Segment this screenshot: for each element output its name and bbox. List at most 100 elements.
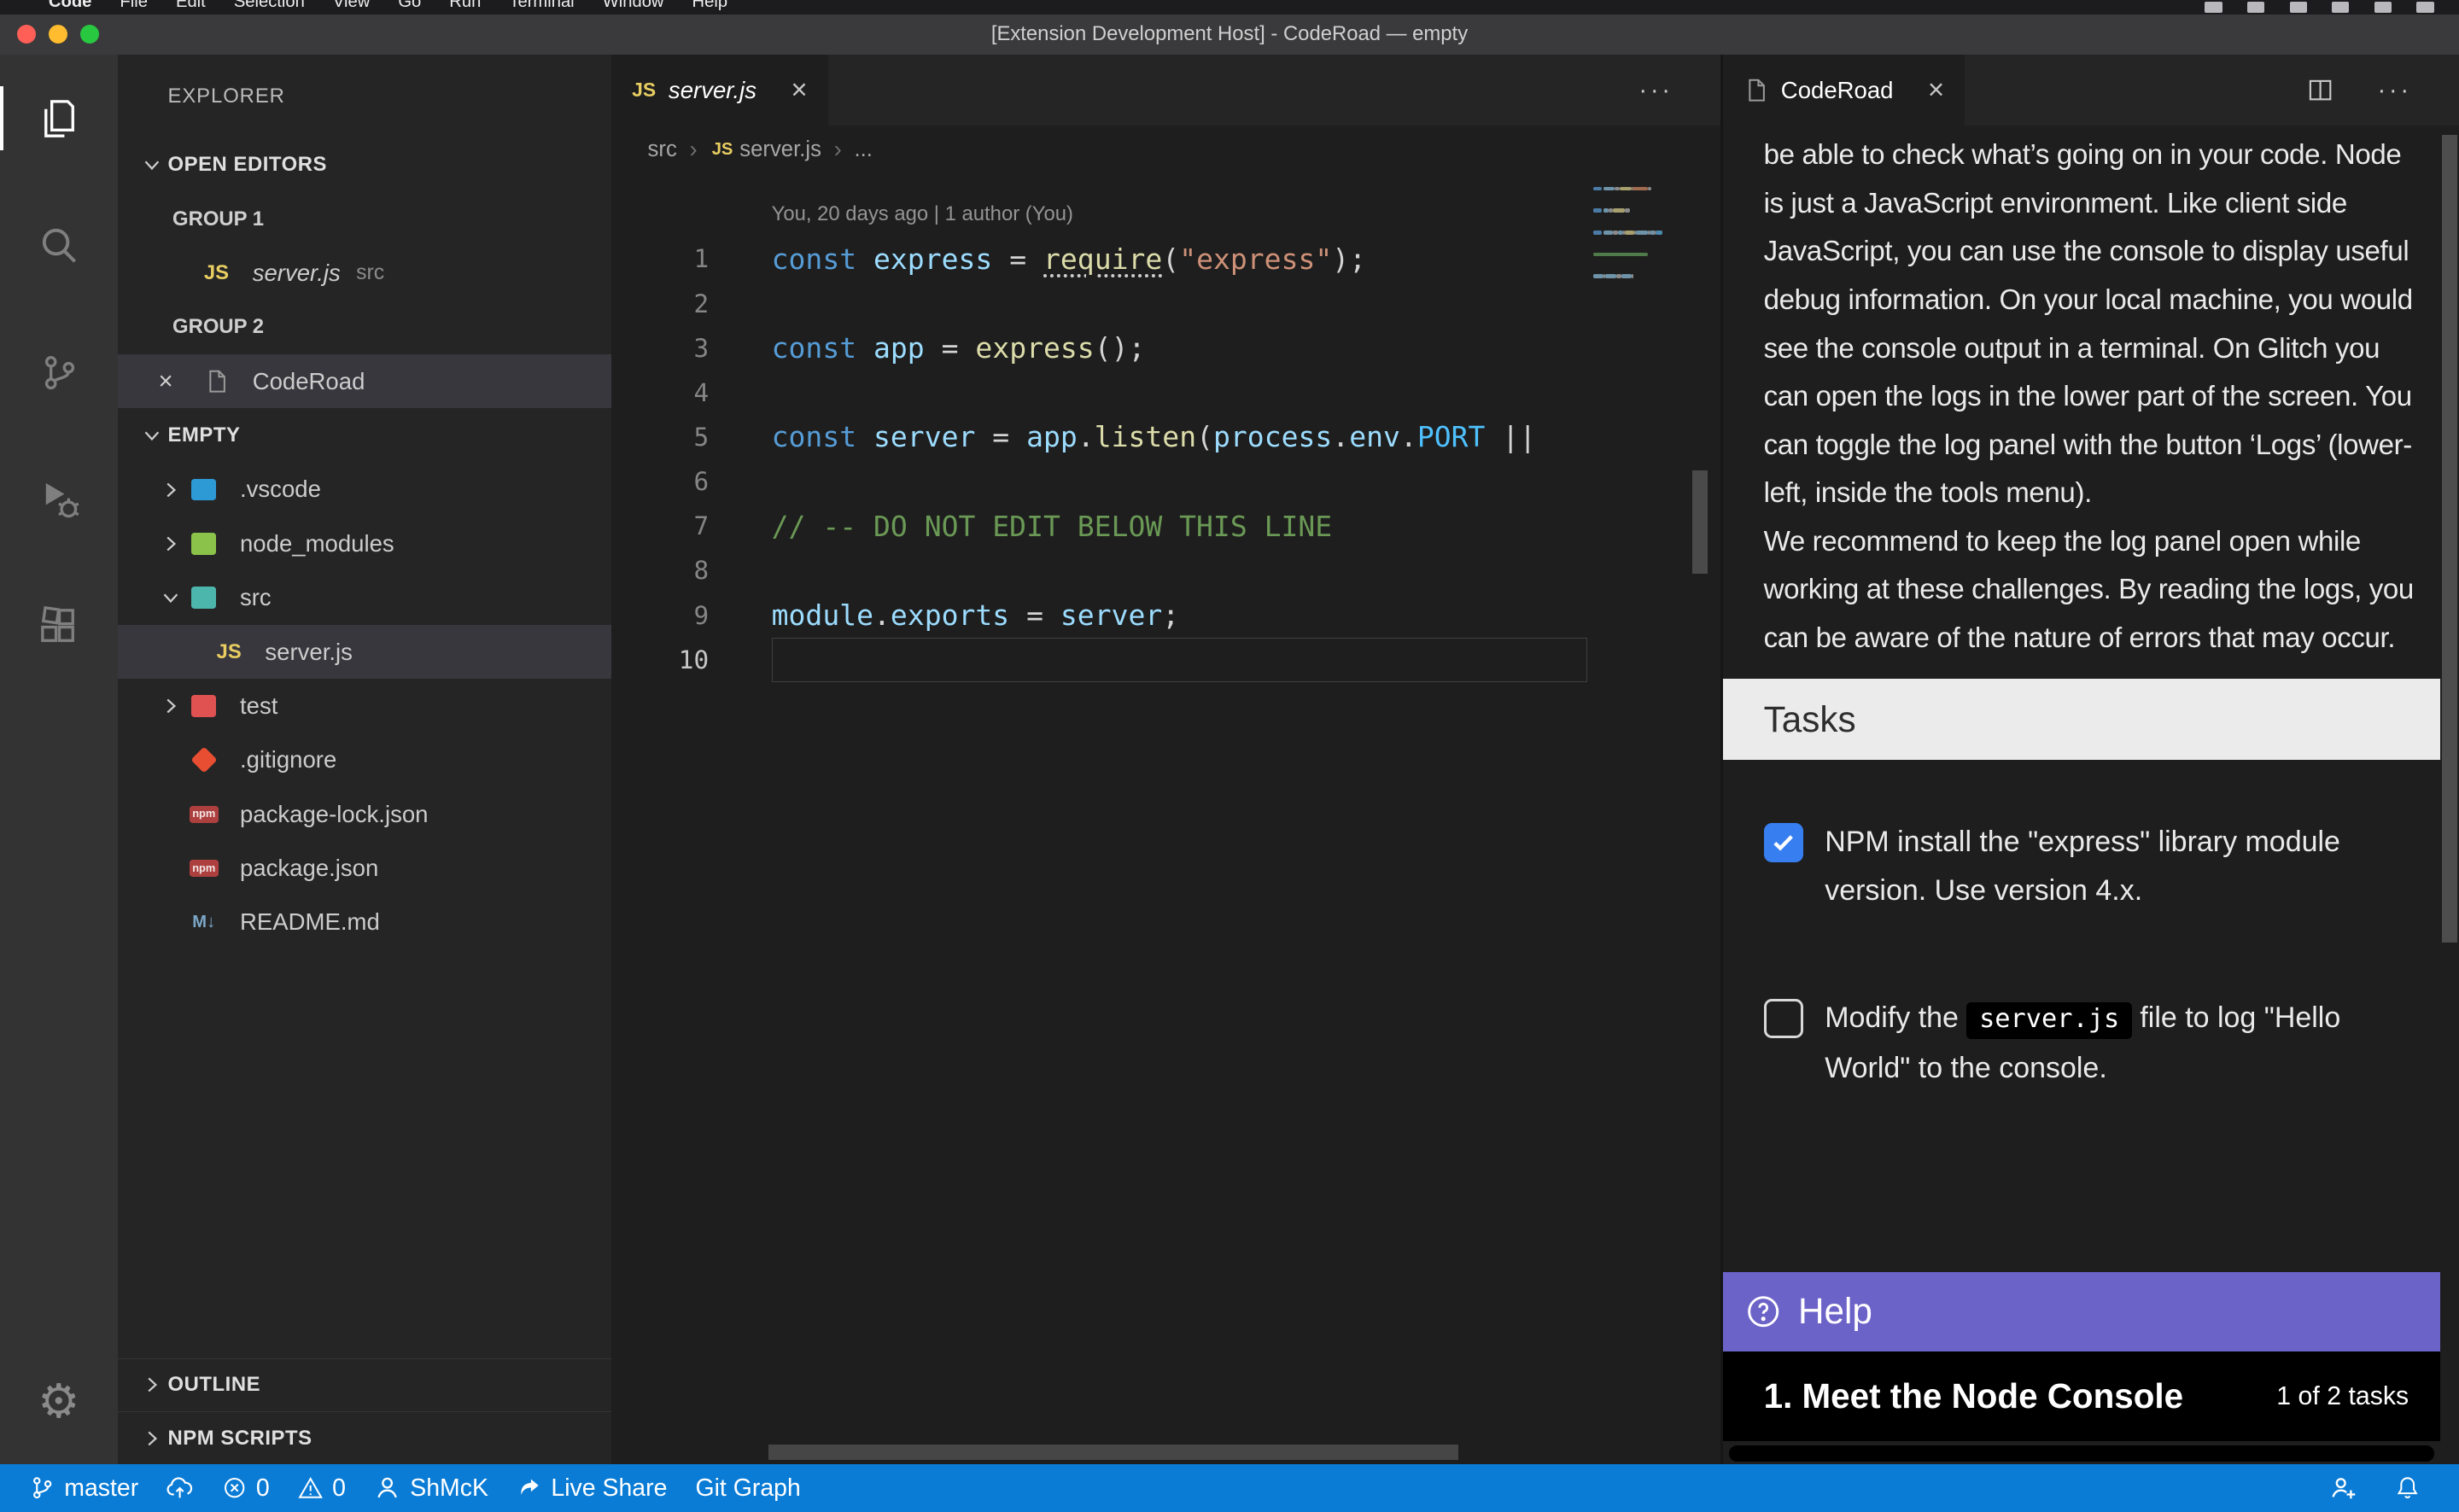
breadcrumb-src[interactable]: src: [648, 137, 677, 162]
activity-search[interactable]: [0, 182, 118, 309]
file-name: .vscode: [240, 476, 321, 503]
tree-item-src[interactable]: src: [118, 570, 612, 624]
close-tab-icon[interactable]: ×: [791, 74, 807, 107]
activity-explorer[interactable]: [0, 55, 118, 182]
file-icon: [1743, 78, 1768, 102]
status-shmck[interactable]: ShMcK: [360, 1464, 503, 1511]
close-window-button[interactable]: [17, 25, 36, 44]
tree-item-gitignore[interactable]: .gitignore: [118, 733, 612, 787]
code-line-6[interactable]: 6: [611, 459, 1720, 504]
task-item-2: Modify the server.js file to log "Hello …: [1764, 994, 2404, 1093]
line-number: 3: [611, 334, 709, 363]
section-npm-scripts[interactable]: NPM SCRIPTS: [118, 1411, 612, 1464]
code-line-3[interactable]: 3const app = express();: [611, 326, 1720, 371]
code-line-9[interactable]: 9module.exports = server;: [611, 593, 1720, 638]
status-person-add[interactable]: [2316, 1464, 2371, 1511]
code-line-10[interactable]: 10: [611, 638, 1720, 682]
breadcrumb: src›JSserver.js›...: [611, 126, 1720, 174]
panel-actions: ···: [2307, 55, 2459, 126]
activity-run-debug[interactable]: [0, 436, 118, 563]
menu-run[interactable]: Run: [435, 0, 495, 15]
task-checkbox-checked[interactable]: [1764, 823, 1803, 862]
zoom-window-button[interactable]: [80, 25, 99, 44]
code-line-5[interactable]: 5const server = app.listen(process.env.P…: [611, 415, 1720, 459]
section-label: OPEN EDITORS: [168, 153, 327, 177]
extensions-icon: [35, 603, 82, 650]
menu-edit[interactable]: Edit: [161, 0, 219, 15]
lesson-header[interactable]: 1. Meet the Node Console 1 of 2 tasks: [1723, 1351, 2440, 1441]
minimap[interactable]: [1590, 178, 1665, 413]
search-icon: [35, 222, 82, 269]
gear-icon: ⚙: [38, 1378, 79, 1425]
line-number: 5: [611, 423, 709, 452]
code-line-7[interactable]: 7// -- DO NOT EDIT BELOW THIS LINE: [611, 504, 1720, 548]
status-publish[interactable]: [153, 1464, 207, 1511]
menu-go[interactable]: Go: [384, 0, 435, 15]
close-tab-icon[interactable]: ×: [1928, 74, 1944, 107]
code-line-2[interactable]: 2: [611, 281, 1720, 325]
workspace-section-header[interactable]: EMPTY: [118, 408, 612, 462]
tab-server-js[interactable]: JS server.js ×: [611, 55, 827, 126]
editor-horizontal-scrollbar[interactable]: [768, 1445, 1458, 1460]
open-editor-coderoad[interactable]: ×CodeRoad: [118, 354, 612, 408]
tab-coderoad[interactable]: CodeRoad ×: [1723, 55, 1965, 126]
open-editors-header[interactable]: OPEN EDITORS: [118, 138, 612, 192]
sidebar-rows: OPEN EDITORSGROUP 1JSserver.jssrcGROUP 2…: [118, 138, 612, 949]
menu-file[interactable]: File: [106, 0, 162, 15]
tree-item-test[interactable]: test: [118, 679, 612, 733]
menu-code[interactable]: Code: [34, 0, 106, 15]
panel-scrollbar[interactable]: [2440, 126, 2459, 1465]
split-editor-icon[interactable]: [2307, 77, 2333, 103]
src-folder-icon: [191, 587, 216, 609]
status-git-graph[interactable]: Git Graph: [681, 1464, 815, 1511]
menu-help[interactable]: Help: [678, 0, 742, 15]
menu-view[interactable]: View: [318, 0, 383, 15]
minimize-window-button[interactable]: [49, 25, 67, 44]
status-master[interactable]: master: [15, 1464, 152, 1511]
chevron-right-icon: [155, 534, 187, 554]
tree-item-readme-md[interactable]: M↓README.md: [118, 896, 612, 949]
status-bar: master00ShMcKLive ShareGit Graph: [0, 1464, 2459, 1511]
file-icon: [199, 369, 233, 394]
panel-scrollbar-thumb[interactable]: [2442, 135, 2457, 943]
menubar-status-icon: [2205, 2, 2222, 13]
breadcrumb-more[interactable]: ...: [855, 137, 873, 162]
breadcrumb-server-js[interactable]: JSserver.js: [710, 137, 821, 162]
git-branch-icon: [30, 1475, 55, 1500]
code-editor[interactable]: You, 20 days ago | 1 author (You) 1const…: [611, 174, 1720, 1443]
open-editor-server-js[interactable]: JSserver.jssrc: [118, 246, 612, 300]
tree-item-package-json[interactable]: npmpackage.json: [118, 841, 612, 895]
activity-settings[interactable]: ⚙: [0, 1338, 118, 1465]
activity-source-control[interactable]: [0, 309, 118, 436]
codelens-annotation[interactable]: You, 20 days ago | 1 author (You): [772, 202, 1720, 234]
status-0[interactable]: 0: [283, 1464, 359, 1511]
tree-item-vscode[interactable]: .vscode: [118, 463, 612, 517]
code-line-4[interactable]: 4: [611, 371, 1720, 415]
tree-item-node-modules[interactable]: node_modules: [118, 517, 612, 570]
explorer-icon: [35, 95, 82, 142]
status-0[interactable]: 0: [207, 1464, 283, 1511]
menu-window[interactable]: Window: [588, 0, 678, 15]
section-outline[interactable]: OUTLINE: [118, 1358, 612, 1411]
publish-icon: [166, 1474, 193, 1501]
more-actions-icon[interactable]: ···: [1638, 76, 1673, 105]
status-live-share[interactable]: Live Share: [502, 1464, 680, 1511]
tree-item-package-lock-json[interactable]: npmpackage-lock.json: [118, 787, 612, 841]
more-actions-icon[interactable]: ···: [2377, 76, 2411, 105]
menu-selection[interactable]: Selection: [219, 0, 318, 15]
task-text: NPM install the "express" library module…: [1825, 818, 2404, 915]
live-share-icon: [517, 1475, 541, 1500]
code-line-8[interactable]: 8: [611, 548, 1720, 593]
menu-terminal[interactable]: Terminal: [495, 0, 588, 15]
file-name: src: [240, 584, 272, 611]
tree-item-server-js[interactable]: JSserver.js: [118, 625, 612, 679]
help-button[interactable]: Help: [1723, 1272, 2440, 1352]
close-editor-icon[interactable]: ×: [159, 367, 200, 396]
code-line-1[interactable]: 1const express = require("express");: [611, 236, 1720, 281]
activity-extensions[interactable]: [0, 563, 118, 690]
task-checkbox-unchecked[interactable]: [1764, 999, 1803, 1038]
editor-vertical-scrollbar[interactable]: [1692, 470, 1708, 574]
status-bell[interactable]: [2380, 1464, 2433, 1511]
line-number: 2: [611, 289, 709, 318]
window-controls: [17, 15, 98, 55]
